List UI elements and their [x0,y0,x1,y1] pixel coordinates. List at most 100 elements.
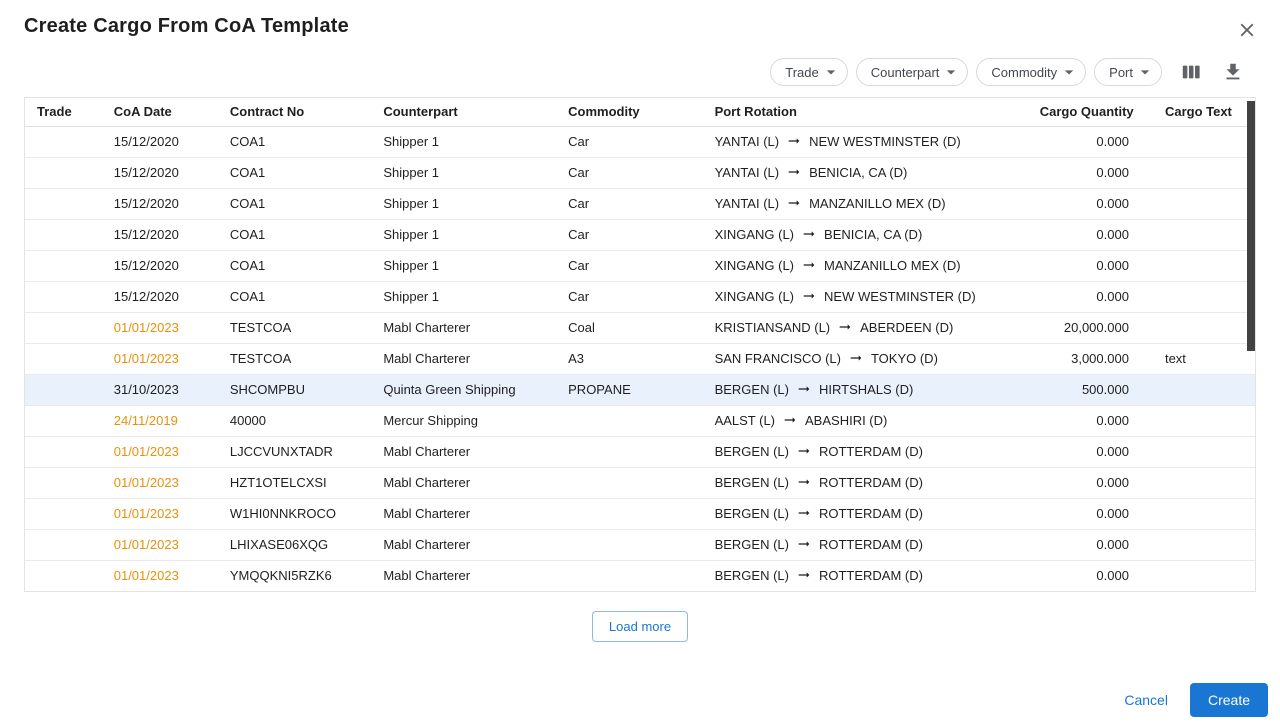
cell-cargo-quantity: 20,000.000 [1028,312,1153,343]
cell-trade [25,405,102,436]
port-load: BERGEN (L) [715,382,789,397]
column-header-coa-date[interactable]: CoA Date [102,98,218,126]
table-row[interactable]: 15/12/2020COA1Shipper 1CarXINGANG (L)BEN… [25,219,1255,250]
port-discharge: TOKYO (D) [871,351,938,366]
cell-counterpart: Mabl Charterer [371,436,556,467]
filter-chip-port[interactable]: Port [1094,58,1162,86]
port-discharge: ROTTERDAM (D) [819,444,923,459]
cell-commodity: Car [556,157,702,188]
cell-cargo-text [1153,529,1255,560]
cell-cargo-quantity: 0.000 [1028,405,1153,436]
port-load: XINGANG (L) [715,258,794,273]
cell-port-rotation: SAN FRANCISCO (L) TOKYO (D) [703,343,1028,374]
columns-button[interactable] [1178,59,1204,85]
table-row[interactable]: 01/01/2023HZT1OTELCXSIMabl ChartererBERG… [25,467,1255,498]
port-discharge: MANZANILLO MEX (D) [809,196,946,211]
filter-chip-counterpart[interactable]: Counterpart [856,58,969,86]
port-load: SAN FRANCISCO (L) [715,351,841,366]
arrow-right-icon [801,257,817,273]
table-row[interactable]: 01/01/2023TESTCOAMabl ChartererA3SAN FRA… [25,343,1255,374]
filter-chips: Trade CounterpartCommodity Port [770,58,1162,86]
cell-coa-date: 01/01/2023 [102,312,218,343]
cell-contract-no: COA1 [218,250,371,281]
cell-coa-date: 15/12/2020 [102,219,218,250]
port-load: XINGANG (L) [715,227,794,242]
port-discharge: ROTTERDAM (D) [819,475,923,490]
table-row[interactable]: 15/12/2020COA1Shipper 1CarYANTAI (L)BENI… [25,157,1255,188]
arrow-right-icon [796,443,812,459]
close-button[interactable] [1232,15,1262,45]
column-header-cargo-quantity[interactable]: Cargo Quantity [1028,98,1153,126]
cell-trade [25,343,102,374]
cell-coa-date: 15/12/2020 [102,281,218,312]
load-more-button[interactable]: Load more [592,611,688,642]
cell-commodity: PROPANE [556,374,702,405]
cell-coa-date: 01/01/2023 [102,436,218,467]
cell-commodity: A3 [556,343,702,374]
cell-cargo-text [1153,250,1255,281]
cell-cargo-quantity: 0.000 [1028,436,1153,467]
cell-cargo-quantity: 0.000 [1028,219,1153,250]
arrow-right-icon [796,536,812,552]
cell-port-rotation: AALST (L)ABASHIRI (D) [703,405,1028,436]
column-header-commodity[interactable]: Commodity [556,98,702,126]
table-row[interactable]: 01/01/2023W1HI0NNKROCOMabl ChartererBERG… [25,498,1255,529]
table-row[interactable]: 15/12/2020COA1Shipper 1CarYANTAI (L)NEW … [25,126,1255,157]
columns-icon [1180,61,1202,83]
scrollbar-thumb[interactable] [1247,101,1255,351]
cell-counterpart: Mercur Shipping [371,405,556,436]
cancel-button[interactable]: Cancel [1112,684,1180,716]
cell-cargo-quantity: 0.000 [1028,250,1153,281]
port-discharge: MANZANILLO MEX (D) [824,258,961,273]
arrow-right-icon [782,412,798,428]
table-row[interactable]: 15/12/2020COA1Shipper 1CarXINGANG (L)MAN… [25,250,1255,281]
port-discharge: ABASHIRI (D) [805,413,887,428]
cell-cargo-quantity: 0.000 [1028,157,1153,188]
port-discharge: BENICIA, CA (D) [824,227,922,242]
column-header-cargo-text[interactable]: Cargo Text [1153,98,1255,126]
cell-port-rotation: BERGEN (L)HIRTSHALS (D) [703,374,1028,405]
table-row[interactable]: 15/12/2020COA1Shipper 1CarXINGANG (L)NEW… [25,281,1255,312]
cell-commodity [556,467,702,498]
cell-port-rotation: BERGEN (L)ROTTERDAM (D) [703,498,1028,529]
cell-commodity: Car [556,219,702,250]
column-header-port-rotation[interactable]: Port Rotation [703,98,1028,126]
column-header-counterpart[interactable]: Counterpart [371,98,556,126]
cell-contract-no: TESTCOA [218,312,371,343]
port-load: BERGEN (L) [715,444,789,459]
table-row[interactable]: 01/01/2023LHIXASE06XQGMabl ChartererBERG… [25,529,1255,560]
column-header-contract-no[interactable]: Contract No [218,98,371,126]
arrow-right-icon [786,164,802,180]
filter-chip-trade[interactable]: Trade [770,58,847,86]
cell-port-rotation: XINGANG (L) MANZANILLO MEX (D) [703,250,1028,281]
filter-toolbar: Trade CounterpartCommodity Port [0,58,1280,86]
cell-counterpart: Shipper 1 [371,250,556,281]
cell-cargo-quantity: 0.000 [1028,467,1153,498]
table-row[interactable]: 24/11/201940000Mercur ShippingAALST (L)A… [25,405,1255,436]
column-header-trade[interactable]: Trade [25,98,102,126]
arrow-right-icon [786,133,802,149]
arrow-right-icon [796,505,812,521]
cell-commodity: Car [556,126,702,157]
cell-cargo-text [1153,126,1255,157]
table-row[interactable]: 01/01/2023TESTCOAMabl ChartererCoalKRIST… [25,312,1255,343]
cell-trade [25,529,102,560]
arrow-right-icon [796,474,812,490]
cell-coa-date: 01/01/2023 [102,498,218,529]
create-button[interactable]: Create [1190,683,1268,717]
filter-chip-commodity[interactable]: Commodity [976,58,1086,86]
cell-port-rotation: YANTAI (L)NEW WESTMINSTER (D) [703,126,1028,157]
table-row[interactable]: 31/10/2023SHCOMPBUQuinta Green ShippingP… [25,374,1255,405]
table-scrollbar[interactable] [1247,98,1255,591]
cell-port-rotation: KRISTIANSAND (L)ABERDEEN (D) [703,312,1028,343]
port-load: YANTAI (L) [715,165,780,180]
port-discharge: ROTTERDAM (D) [819,537,923,552]
cell-commodity [556,436,702,467]
cell-port-rotation: XINGANG (L)NEW WESTMINSTER (D) [703,281,1028,312]
download-button[interactable] [1220,59,1246,85]
table-row[interactable]: 01/01/2023LJCCVUNXTADRMabl ChartererBERG… [25,436,1255,467]
table-row[interactable]: 15/12/2020COA1Shipper 1CarYANTAI (L)MANZ… [25,188,1255,219]
table-row[interactable]: 01/01/2023YMQQKNI5RZK6Mabl ChartererBERG… [25,560,1255,591]
cell-counterpart: Shipper 1 [371,126,556,157]
cell-coa-date: 15/12/2020 [102,250,218,281]
